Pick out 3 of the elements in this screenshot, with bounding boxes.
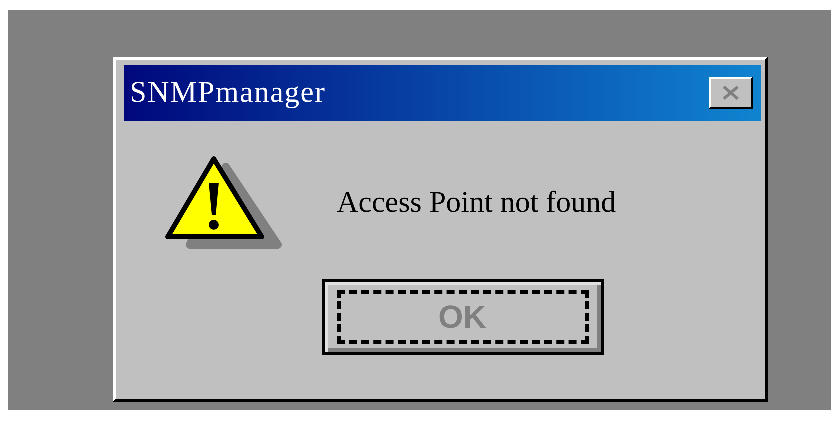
close-icon <box>721 85 741 101</box>
message-text: Access Point not found <box>337 186 616 220</box>
window-title: SNMPmanager <box>130 76 326 110</box>
